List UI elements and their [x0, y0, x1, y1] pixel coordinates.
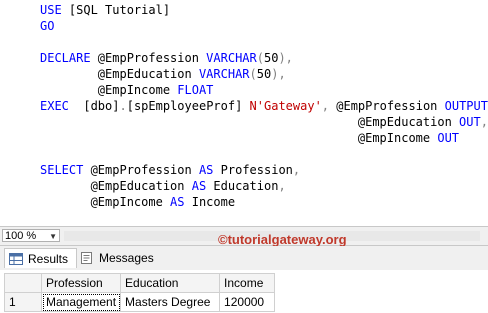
- tab-results-label: Results: [28, 252, 69, 266]
- code-token: ,: [278, 179, 286, 193]
- code-token: ),: [271, 67, 286, 81]
- chevron-down-icon: ▼: [49, 232, 57, 241]
- row-number[interactable]: 1: [4, 292, 42, 312]
- code-line[interactable]: @EmpIncome FLOAT: [40, 82, 214, 98]
- code-token: DECLARE: [40, 51, 98, 65]
- code-token: AS: [198, 163, 221, 177]
- code-token: Education: [213, 179, 279, 193]
- code-token: [dbo]: [83, 99, 120, 113]
- code-token: AS: [170, 195, 192, 209]
- code-line[interactable]: @EmpEducation VARCHAR(50),: [40, 66, 286, 82]
- code-token: OUTPUT: [444, 99, 488, 113]
- code-token: ,: [321, 99, 337, 113]
- zoom-dropdown[interactable]: 100 % ▼: [2, 229, 60, 242]
- results-tabstrip: Results Messages: [0, 246, 488, 271]
- column-header[interactable]: Education: [120, 273, 221, 293]
- code-token: ),: [278, 51, 293, 65]
- code-line[interactable]: @EmpEducation OUT,: [40, 114, 488, 130]
- code-token: (: [256, 51, 264, 65]
- code-token: [spEmployeeProf]: [126, 99, 250, 113]
- code-token: 50: [256, 67, 272, 81]
- column-header[interactable]: Profession: [40, 273, 122, 293]
- code-line[interactable]: DECLARE @EmpProfession VARCHAR(50),: [40, 50, 293, 66]
- tab-results[interactable]: Results: [4, 248, 78, 268]
- code-token: 50: [263, 51, 279, 65]
- code-token: (: [249, 67, 257, 81]
- watermark: ©tutorialgateway.org: [218, 232, 347, 247]
- code-token: @EmpEducation: [40, 67, 199, 81]
- grid-header-row: Profession Education Income: [4, 273, 276, 293]
- code-line[interactable]: @EmpIncome AS Income: [40, 194, 236, 210]
- code-token: @EmpProfession: [97, 51, 207, 65]
- messages-icon: [81, 252, 92, 264]
- code-line[interactable]: EXEC [dbo].[spEmployeeProf] N'Gateway', …: [40, 98, 488, 114]
- code-token: AS: [191, 179, 214, 193]
- code-token: [SQL Tutorial]: [68, 3, 171, 17]
- code-token: @EmpIncome: [40, 195, 171, 209]
- table-row[interactable]: 1 Management Masters Degree 120000: [4, 292, 276, 312]
- query-editor[interactable]: USE [SQL Tutorial] GO DECLARE @EmpProfessi…: [0, 0, 488, 226]
- code-token: N'Gateway': [249, 99, 322, 113]
- code-token: ,: [480, 115, 488, 129]
- code-token: USE: [40, 3, 69, 17]
- code-token: @EmpIncome: [40, 83, 178, 97]
- tab-messages[interactable]: Messages: [76, 248, 162, 268]
- code-token: Income: [191, 195, 236, 209]
- code-token: @EmpIncome: [40, 131, 438, 145]
- code-token: @EmpEducation: [40, 179, 192, 193]
- table-cell[interactable]: Masters Degree: [120, 292, 221, 312]
- results-grid: Profession Education Income 1 Management…: [0, 270, 488, 313]
- code-token: ,: [292, 163, 301, 177]
- code-token: FLOAT: [177, 83, 214, 97]
- tab-messages-label: Messages: [99, 251, 154, 265]
- code-token: Profession: [220, 163, 293, 177]
- zoom-value: 100 %: [5, 230, 37, 242]
- code-token: OUT: [437, 131, 460, 145]
- code-token: SELECT: [40, 163, 91, 177]
- code-token: VARCHAR: [206, 51, 257, 65]
- code-token: @EmpProfession: [90, 163, 199, 177]
- code-token: VARCHAR: [198, 67, 250, 81]
- column-header[interactable]: Income: [219, 273, 276, 293]
- table-cell[interactable]: Management: [40, 292, 122, 312]
- code-token: GO: [40, 19, 55, 33]
- code-token: @EmpProfession: [336, 99, 445, 113]
- table-cell[interactable]: 120000: [219, 292, 276, 312]
- code-token: @EmpEducation: [40, 115, 460, 129]
- grid-icon: [9, 253, 23, 265]
- code-token: OUT: [459, 115, 481, 129]
- code-line[interactable]: GO: [40, 18, 54, 34]
- code-token: .: [119, 99, 127, 113]
- code-line[interactable]: USE [SQL Tutorial]: [40, 2, 170, 18]
- code-token: EXEC: [40, 99, 84, 113]
- code-line[interactable]: @EmpEducation AS Education,: [40, 178, 286, 194]
- code-line[interactable]: @EmpIncome OUT: [40, 130, 459, 146]
- grid-corner[interactable]: [4, 273, 42, 293]
- code-line[interactable]: SELECT @EmpProfession AS Profession,: [40, 162, 300, 178]
